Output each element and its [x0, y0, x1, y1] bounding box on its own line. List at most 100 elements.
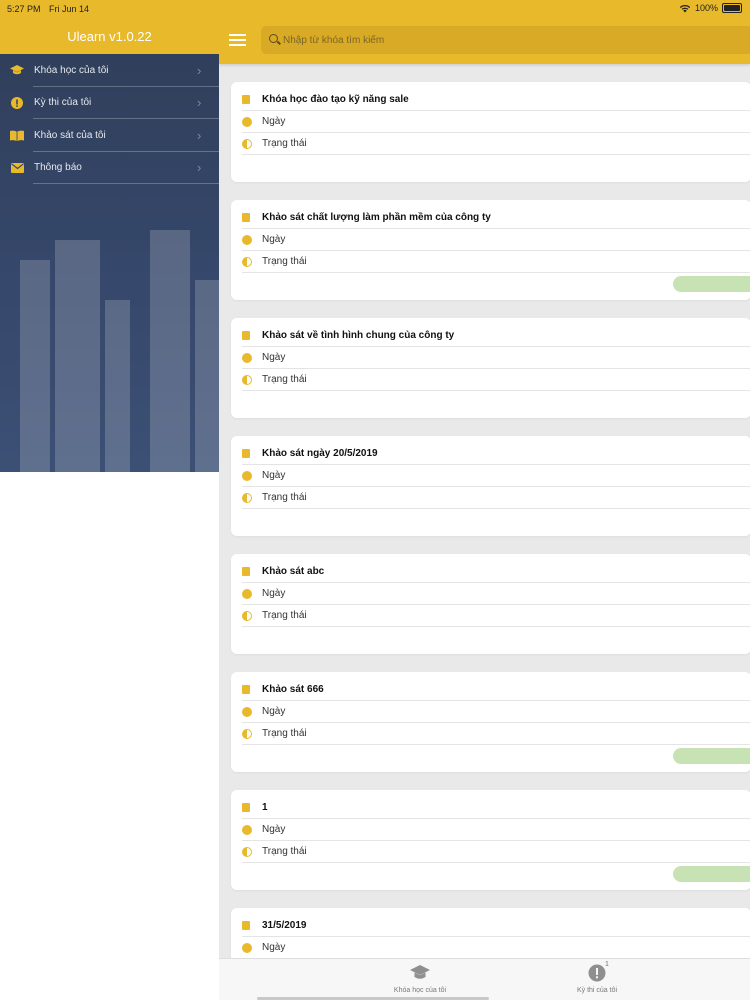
card-date-row: Ngày [242, 583, 750, 605]
sidebar-item-my-surveys[interactable]: Khảo sát của tôi › [0, 119, 219, 152]
main-content: Khóa học đào tạo kỹ năng sale Ngày Trạng… [219, 0, 750, 1000]
top-bar [219, 18, 750, 64]
card-title-row: 1 [240, 797, 750, 819]
status-indicators: 100% [679, 3, 742, 13]
sidebar-item-label: Khảo sát của tôi [34, 129, 106, 141]
card-status-row: Trạng thái [242, 251, 750, 273]
card-title: Khóa học đào tạo kỹ năng sale [262, 94, 409, 105]
wifi-icon [679, 4, 691, 12]
document-icon [240, 803, 250, 814]
card-date-row: Ngày [242, 701, 750, 723]
card-status-row: Trạng thái [242, 487, 750, 509]
calendar-dot-icon [242, 352, 252, 363]
survey-card[interactable]: 1 Ngày Trạng thái [231, 790, 750, 890]
survey-card[interactable]: Khóa học đào tạo kỹ năng sale Ngày Trạng… [231, 82, 750, 182]
card-date-label: Ngày [262, 234, 286, 245]
document-icon [240, 685, 250, 696]
card-status-label: Trạng thái [262, 610, 307, 621]
graduation-cap-icon [0, 64, 34, 76]
calendar-dot-icon [242, 706, 252, 717]
envelope-icon [0, 162, 34, 173]
survey-list: Khóa học đào tạo kỹ năng sale Ngày Trạng… [231, 82, 750, 1000]
sidebar-item-label: Kỳ thi của tôi [34, 97, 92, 109]
card-date-row: Ngày [242, 937, 750, 959]
card-date-row: Ngày [242, 347, 750, 369]
card-date-row: Ngày [242, 465, 750, 487]
search-input[interactable] [283, 32, 743, 48]
card-title: Khảo sát ngày 20/5/2019 [262, 448, 378, 459]
card-title: Khảo sát abc [262, 566, 325, 577]
card-status-label: Trạng thái [262, 256, 307, 267]
card-title-row: Khảo sát 666 [240, 679, 750, 701]
sidebar: Ulearn v1.0.22 Khóa học của tôi › Kỳ thi… [0, 0, 219, 472]
status-bar: 5:27 PM Fri Jun 14 100% [0, 0, 750, 18]
status-time: 5:27 PM [7, 4, 41, 14]
card-date-label: Ngày [262, 824, 286, 835]
sidebar-item-notifications[interactable]: Thông báo › [0, 152, 219, 185]
card-date-label: Ngày [262, 588, 286, 599]
status-half-circle-icon [242, 610, 252, 621]
card-title-row: 31/5/2019 [240, 915, 750, 937]
card-date-row: Ngày [242, 111, 750, 133]
sidebar-empty-area [0, 472, 219, 1000]
calendar-dot-icon [242, 470, 252, 481]
calendar-dot-icon [242, 824, 252, 835]
status-badge [673, 866, 750, 882]
status-badge [673, 276, 750, 292]
tab-label: Khóa học của tôi [393, 987, 447, 994]
document-icon [240, 95, 250, 106]
hamburger-menu-icon[interactable] [229, 34, 246, 46]
card-status-row: Trạng thái [242, 133, 750, 155]
sidebar-item-my-exams[interactable]: Kỳ thi của tôi › [0, 87, 219, 120]
survey-card[interactable]: Khảo sát chất lượng làm phần mềm của côn… [231, 200, 750, 300]
sidebar-header: Ulearn v1.0.22 [0, 18, 219, 54]
search-icon [269, 34, 278, 43]
survey-card[interactable]: Khảo sát 666 Ngày Trạng thái [231, 672, 750, 772]
card-status-label: Trạng thái [262, 846, 307, 857]
card-title: Khảo sát chất lượng làm phần mềm của côn… [262, 212, 491, 223]
card-title-row: Khảo sát abc [240, 561, 750, 583]
card-date-row: Ngày [242, 229, 750, 251]
card-status-label: Trạng thái [262, 374, 307, 385]
tab-my-exams[interactable]: 1 Kỳ thi của tôi [537, 961, 657, 994]
document-icon [240, 449, 250, 460]
tab-label: Kỳ thi của tôi [576, 987, 618, 994]
status-half-circle-icon [242, 728, 252, 739]
chevron-right-icon: › [197, 62, 202, 78]
card-title-row: Khóa học đào tạo kỹ năng sale [240, 89, 750, 111]
battery-icon [722, 3, 742, 13]
survey-card[interactable]: Khảo sát abc Ngày Trạng thái [231, 554, 750, 654]
exam-icon [0, 96, 34, 109]
document-icon [240, 567, 250, 578]
status-date: Fri Jun 14 [49, 4, 90, 14]
status-half-circle-icon [242, 374, 252, 385]
card-date-label: Ngày [262, 706, 286, 717]
survey-card[interactable]: Khảo sát ngày 20/5/2019 Ngày Trạng thái [231, 436, 750, 536]
chevron-right-icon: › [197, 160, 202, 176]
status-half-circle-icon [242, 492, 252, 503]
card-title: Khảo sát về tình hình chung của công ty [262, 330, 455, 341]
card-title: 1 [262, 802, 268, 813]
card-status-row: Trạng thái [242, 605, 750, 627]
status-half-circle-icon [242, 138, 252, 149]
chevron-right-icon: › [197, 127, 202, 143]
graduation-cap-icon [360, 963, 480, 983]
chevron-right-icon: › [197, 95, 202, 111]
card-date-row: Ngày [242, 819, 750, 841]
battery-percent: 100% [694, 3, 718, 13]
card-status-label: Trạng thái [262, 728, 307, 739]
card-date-label: Ngày [262, 116, 286, 127]
card-title-row: Khảo sát về tình hình chung của công ty [240, 325, 750, 347]
card-date-label: Ngày [262, 470, 286, 481]
survey-card[interactable]: Khảo sát về tình hình chung của công ty … [231, 318, 750, 418]
calendar-dot-icon [242, 942, 252, 953]
sidebar-item-my-courses[interactable]: Khóa học của tôi › [0, 54, 219, 87]
tab-my-courses[interactable]: Khóa học của tôi [360, 963, 480, 994]
status-half-circle-icon [242, 846, 252, 857]
card-title: Khảo sát 666 [262, 684, 324, 695]
status-badge [673, 748, 750, 764]
card-status-row: Trạng thái [242, 723, 750, 745]
search-bar[interactable] [261, 26, 750, 54]
card-date-label: Ngày [262, 352, 286, 363]
book-icon [0, 130, 34, 141]
